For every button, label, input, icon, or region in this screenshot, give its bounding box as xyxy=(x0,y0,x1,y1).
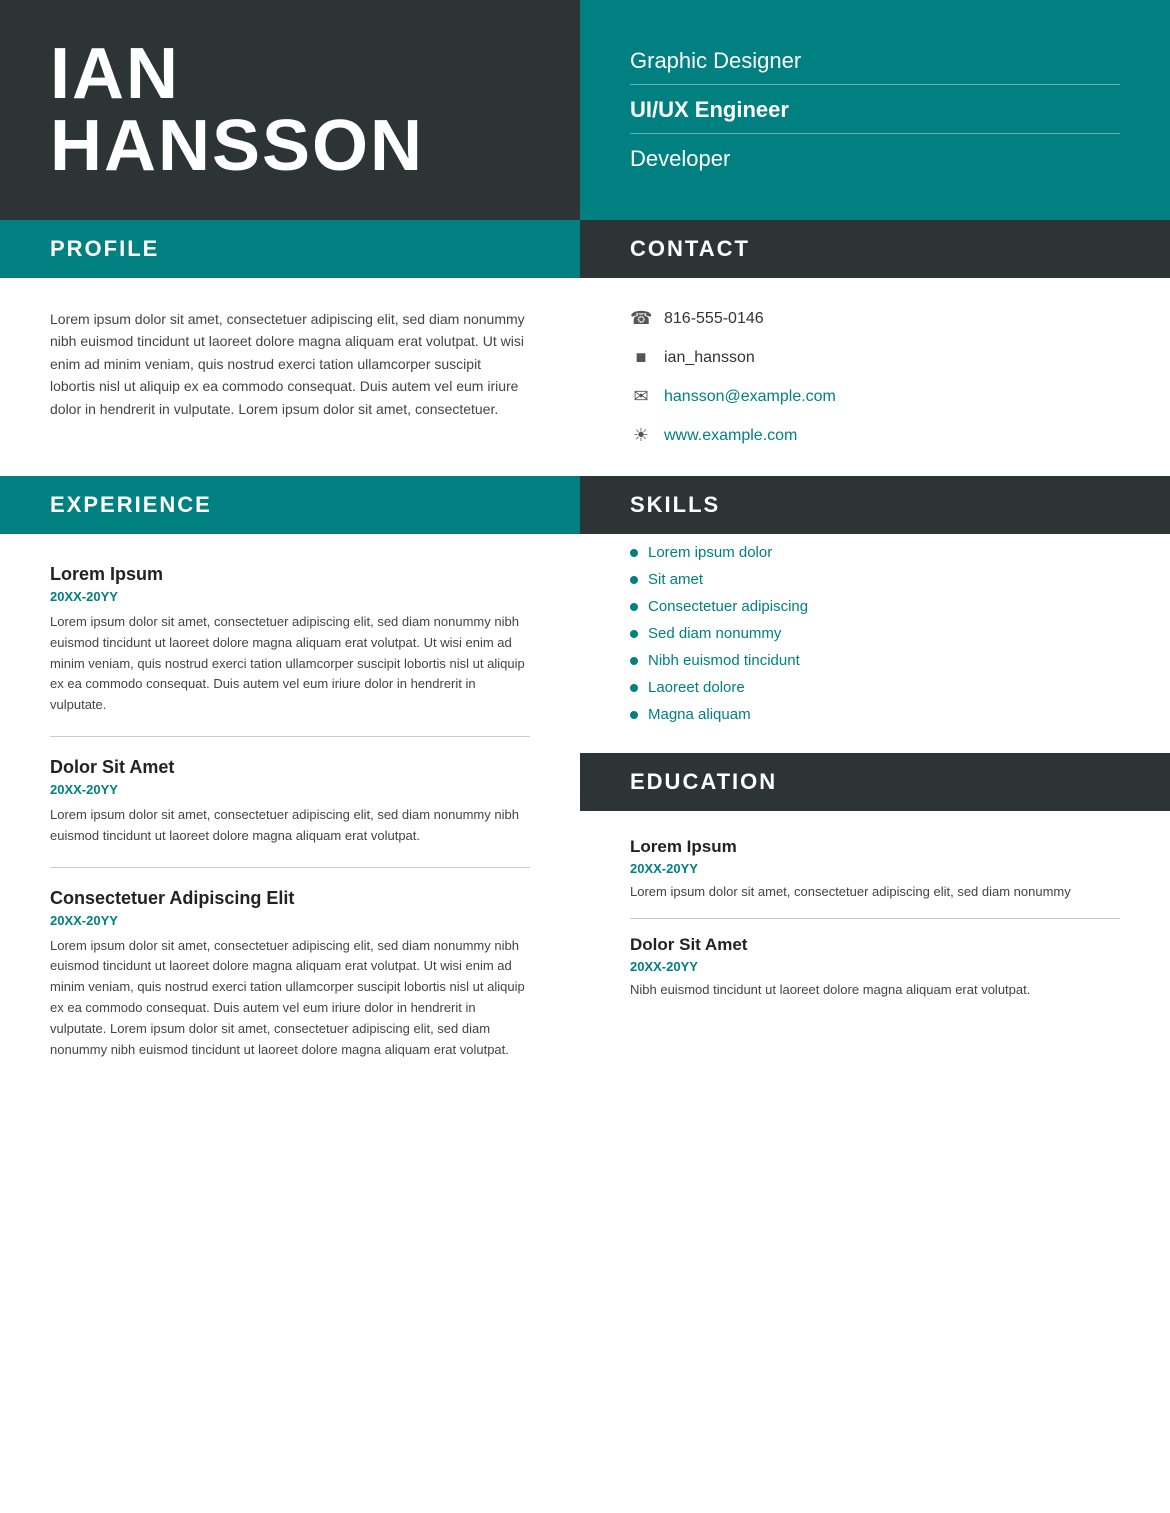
skill-3-label: Consectetuer adipiscing xyxy=(648,598,808,615)
skill-dot xyxy=(630,576,638,584)
full-name: IAN HANSSON xyxy=(50,38,424,182)
experience-item-3: Consectetuer Adipiscing Elit 20XX-20YY L… xyxy=(50,868,530,1081)
header-titles: Graphic Designer UI/UX Engineer Develope… xyxy=(580,0,1170,220)
experience-item-2: Dolor Sit Amet 20XX-20YY Lorem ipsum dol… xyxy=(50,737,530,868)
skill-7-label: Magna aliquam xyxy=(648,706,751,723)
skills-education-content: Lorem ipsum dolor Sit amet Consectetuer … xyxy=(580,534,1170,1110)
skills-section-title: SKILLS xyxy=(630,492,720,517)
profile-contact-bar: PROFILE CONTACT xyxy=(0,220,1170,278)
skills-bar: SKILLS xyxy=(580,476,1170,534)
exp-1-desc: Lorem ipsum dolor sit amet, consectetuer… xyxy=(50,612,530,716)
first-name: IAN xyxy=(50,34,180,114)
contact-website: ☀ www.example.com xyxy=(630,425,1120,446)
education-bar: EDUCATION xyxy=(580,753,1170,811)
last-name: HANSSON xyxy=(50,106,424,186)
edu-2-desc: Nibh euismod tincidunt ut laoreet dolore… xyxy=(630,980,1120,1000)
contact-bar: CONTACT xyxy=(580,220,1170,278)
exp-2-desc: Lorem ipsum dolor sit amet, consectetuer… xyxy=(50,805,530,847)
edu-1-date: 20XX-20YY xyxy=(630,861,1120,876)
contact-phone: ☎ 816-555-0146 xyxy=(630,308,1120,329)
contact-username: ■ ian_hansson xyxy=(630,347,1120,368)
username-text: ian_hansson xyxy=(664,349,755,367)
exp-3-date: 20XX-20YY xyxy=(50,913,530,928)
edu-1-title: Lorem Ipsum xyxy=(630,837,1120,857)
chat-icon: ■ xyxy=(630,347,652,368)
edu-2-title: Dolor Sit Amet xyxy=(630,935,1120,955)
contact-section-title: CONTACT xyxy=(630,236,750,261)
education-item-1: Lorem Ipsum 20XX-20YY Lorem ipsum dolor … xyxy=(630,821,1120,919)
skill-5-label: Nibh euismod tincidunt xyxy=(648,652,800,669)
skill-dot xyxy=(630,684,638,692)
edu-2-date: 20XX-20YY xyxy=(630,959,1120,974)
profile-section-title: PROFILE xyxy=(50,236,159,261)
exp-3-title: Consectetuer Adipiscing Elit xyxy=(50,888,530,909)
profile-contact-content: Lorem ipsum dolor sit amet, consectetuer… xyxy=(0,278,1170,476)
contact-list: ☎ 816-555-0146 ■ ian_hansson ✉ hansson@e… xyxy=(630,308,1120,446)
phone-icon: ☎ xyxy=(630,308,652,329)
skill-5: Nibh euismod tincidunt xyxy=(630,652,1120,669)
experience-skills-content: Lorem Ipsum 20XX-20YY Lorem ipsum dolor … xyxy=(0,534,1170,1110)
skill-4-label: Sed diam nonummy xyxy=(648,625,781,642)
skill-3: Consectetuer adipiscing xyxy=(630,598,1120,615)
profile-bar: PROFILE xyxy=(0,220,580,278)
education-item-2: Dolor Sit Amet 20XX-20YY Nibh euismod ti… xyxy=(630,919,1120,1016)
skill-dot xyxy=(630,549,638,557)
skill-dot xyxy=(630,630,638,638)
exp-2-date: 20XX-20YY xyxy=(50,782,530,797)
title-graphic-designer: Graphic Designer xyxy=(630,48,1120,85)
skill-dot xyxy=(630,603,638,611)
experience-item-1: Lorem Ipsum 20XX-20YY Lorem ipsum dolor … xyxy=(50,544,530,737)
skill-1-label: Lorem ipsum dolor xyxy=(648,544,772,561)
contact-email: ✉ hansson@example.com xyxy=(630,386,1120,407)
title-uiux: UI/UX Engineer xyxy=(630,93,1120,134)
education-section-title: EDUCATION xyxy=(630,769,777,794)
experience-skills-bar: EXPERIENCE SKILLS xyxy=(0,476,1170,534)
title-developer: Developer xyxy=(630,142,1120,172)
website-link[interactable]: www.example.com xyxy=(664,427,797,445)
skill-2: Sit amet xyxy=(630,571,1120,588)
exp-1-date: 20XX-20YY xyxy=(50,589,530,604)
skill-4: Sed diam nonummy xyxy=(630,625,1120,642)
experience-section-title: EXPERIENCE xyxy=(50,492,212,517)
education-content: Lorem Ipsum 20XX-20YY Lorem ipsum dolor … xyxy=(630,821,1120,1016)
skill-dot xyxy=(630,711,638,719)
edu-1-desc: Lorem ipsum dolor sit amet, consectetuer… xyxy=(630,882,1120,902)
skill-6-label: Laoreet dolore xyxy=(648,679,745,696)
experience-bar: EXPERIENCE xyxy=(0,476,580,534)
globe-icon: ☀ xyxy=(630,425,652,446)
skill-1: Lorem ipsum dolor xyxy=(630,544,1120,561)
contact-content: ☎ 816-555-0146 ■ ian_hansson ✉ hansson@e… xyxy=(580,278,1170,476)
header: IAN HANSSON Graphic Designer UI/UX Engin… xyxy=(0,0,1170,220)
skill-2-label: Sit amet xyxy=(648,571,703,588)
skills-list: Lorem ipsum dolor Sit amet Consectetuer … xyxy=(630,544,1120,723)
email-icon: ✉ xyxy=(630,386,652,407)
skill-6: Laoreet dolore xyxy=(630,679,1120,696)
experience-content: Lorem Ipsum 20XX-20YY Lorem ipsum dolor … xyxy=(0,534,580,1110)
header-name-block: IAN HANSSON xyxy=(0,0,580,220)
skill-dot xyxy=(630,657,638,665)
phone-number: 816-555-0146 xyxy=(664,310,764,328)
exp-2-title: Dolor Sit Amet xyxy=(50,757,530,778)
email-link[interactable]: hansson@example.com xyxy=(664,388,836,406)
profile-content: Lorem ipsum dolor sit amet, consectetuer… xyxy=(0,278,580,476)
exp-3-desc: Lorem ipsum dolor sit amet, consectetuer… xyxy=(50,936,530,1061)
exp-1-title: Lorem Ipsum xyxy=(50,564,530,585)
profile-text: Lorem ipsum dolor sit amet, consectetuer… xyxy=(50,308,530,420)
skill-7: Magna aliquam xyxy=(630,706,1120,723)
